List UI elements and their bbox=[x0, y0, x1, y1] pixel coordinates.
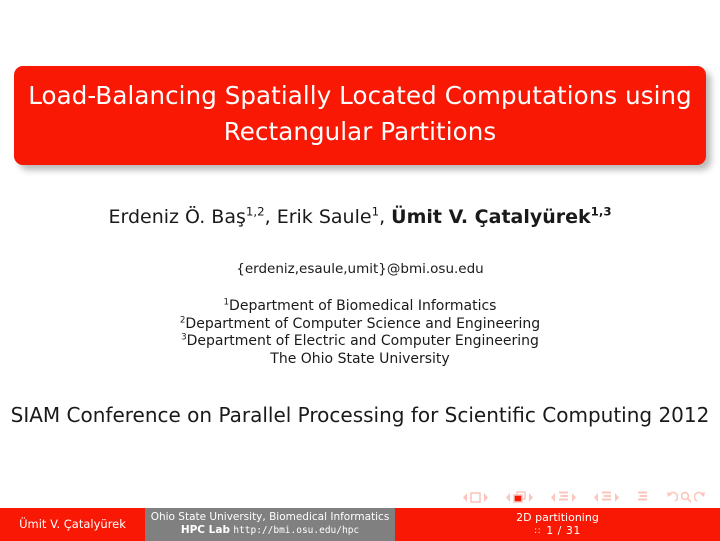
author-3-affiliation-marker: 1,3 bbox=[590, 204, 612, 219]
footer-section-and-page: 2D partitioning :: 1 / 31 bbox=[395, 508, 720, 541]
title-line-2: Rectangular Partitions bbox=[223, 116, 497, 146]
footer-lab-url[interactable]: http://bmi.osu.edu/hpc bbox=[233, 525, 359, 536]
author-separator-2: , bbox=[379, 206, 392, 228]
footer-lab-name: HPC Lab bbox=[180, 524, 230, 536]
title-line-1: Load-Balancing Spatially Located Computa… bbox=[28, 80, 692, 110]
affiliation-item: 1Department of Biomedical Informatics bbox=[0, 298, 720, 316]
section-navigation-group[interactable] bbox=[594, 491, 619, 503]
previous-section-arrow-icon[interactable] bbox=[594, 492, 599, 502]
affiliation-item: 2Department of Computer Science and Engi… bbox=[0, 316, 720, 334]
document-navigation-group[interactable] bbox=[637, 491, 648, 503]
previous-subsection-arrow-icon[interactable] bbox=[551, 492, 556, 502]
footer-page-number: :: 1 / 31 bbox=[534, 524, 581, 538]
author-1-name: Erdeniz Ö. Baş bbox=[108, 206, 246, 228]
affiliation-1-text: Department of Biomedical Informatics bbox=[229, 298, 497, 314]
affiliation-item: 3Department of Electric and Computer Eng… bbox=[0, 333, 720, 351]
slide-navigation-icon[interactable] bbox=[470, 491, 481, 503]
footer-institute-line1: Ohio State University, Biomedical Inform… bbox=[150, 511, 390, 523]
frame-navigation-group[interactable] bbox=[506, 491, 533, 503]
go-back-icon[interactable] bbox=[666, 491, 678, 503]
affiliation-3-text: Department of Electric and Computer Engi… bbox=[186, 333, 539, 349]
footer-page-count: 1 / 31 bbox=[546, 523, 581, 537]
section-navigation-icon[interactable] bbox=[601, 491, 612, 503]
footer-author-label: Ümit V. Çatalyürek bbox=[19, 517, 126, 531]
frame-navigation-icon[interactable] bbox=[513, 491, 526, 503]
beamer-navigation-symbols[interactable] bbox=[463, 489, 706, 505]
next-subsection-arrow-icon[interactable] bbox=[571, 492, 576, 502]
next-section-arrow-icon[interactable] bbox=[614, 492, 619, 502]
footer-section-title: 2D partitioning bbox=[516, 510, 599, 524]
footer-author: Ümit V. Çatalyürek bbox=[0, 508, 145, 541]
affiliation-list: 1Department of Biomedical Informatics 2D… bbox=[0, 298, 720, 368]
presentation-slide: Load-Balancing Spatially Located Computa… bbox=[0, 0, 720, 541]
previous-slide-arrow-icon[interactable] bbox=[463, 492, 468, 502]
author-2-name: Erik Saule bbox=[276, 206, 372, 228]
author-separator-1: , bbox=[264, 206, 277, 228]
subsection-navigation-icon[interactable] bbox=[558, 491, 569, 503]
institution-name: The Ohio State University bbox=[270, 350, 450, 367]
author-3-name: Ümit V. Çatalyürek bbox=[391, 206, 591, 228]
slide-navigation-group[interactable] bbox=[463, 491, 488, 503]
slide-footer: Ümit V. Çatalyürek Ohio State University… bbox=[0, 508, 720, 541]
next-slide-arrow-icon[interactable] bbox=[483, 492, 488, 502]
subsection-navigation-group[interactable] bbox=[551, 491, 576, 503]
go-forward-icon[interactable] bbox=[694, 491, 706, 503]
author-list: Erdeniz Ö. Baş1,2, Erik Saule1, Ümit V. … bbox=[0, 204, 720, 230]
footer-page-separator: :: bbox=[534, 525, 542, 536]
conference-name: SIAM Conference on Parallel Processing f… bbox=[10, 403, 710, 427]
footer-institute-line2: HPC Lab http://bmi.osu.edu/hpc bbox=[181, 524, 359, 537]
affiliation-2-text: Department of Computer Science and Engin… bbox=[185, 315, 541, 332]
previous-frame-arrow-icon[interactable] bbox=[506, 492, 511, 502]
footer-institute: Ohio State University, Biomedical Inform… bbox=[145, 508, 395, 541]
author-1-affiliation-marker: 1,2 bbox=[245, 204, 265, 219]
document-navigation-icon[interactable] bbox=[637, 491, 648, 503]
title-block: Load-Balancing Spatially Located Computa… bbox=[14, 66, 706, 165]
next-frame-arrow-icon[interactable] bbox=[528, 492, 533, 502]
history-navigation-group[interactable] bbox=[666, 491, 706, 503]
search-icon[interactable] bbox=[680, 491, 692, 503]
author-2-affiliation-marker: 1 bbox=[371, 204, 380, 219]
contact-email: {erdeniz,esaule,umit}@bmi.osu.edu bbox=[236, 261, 484, 277]
